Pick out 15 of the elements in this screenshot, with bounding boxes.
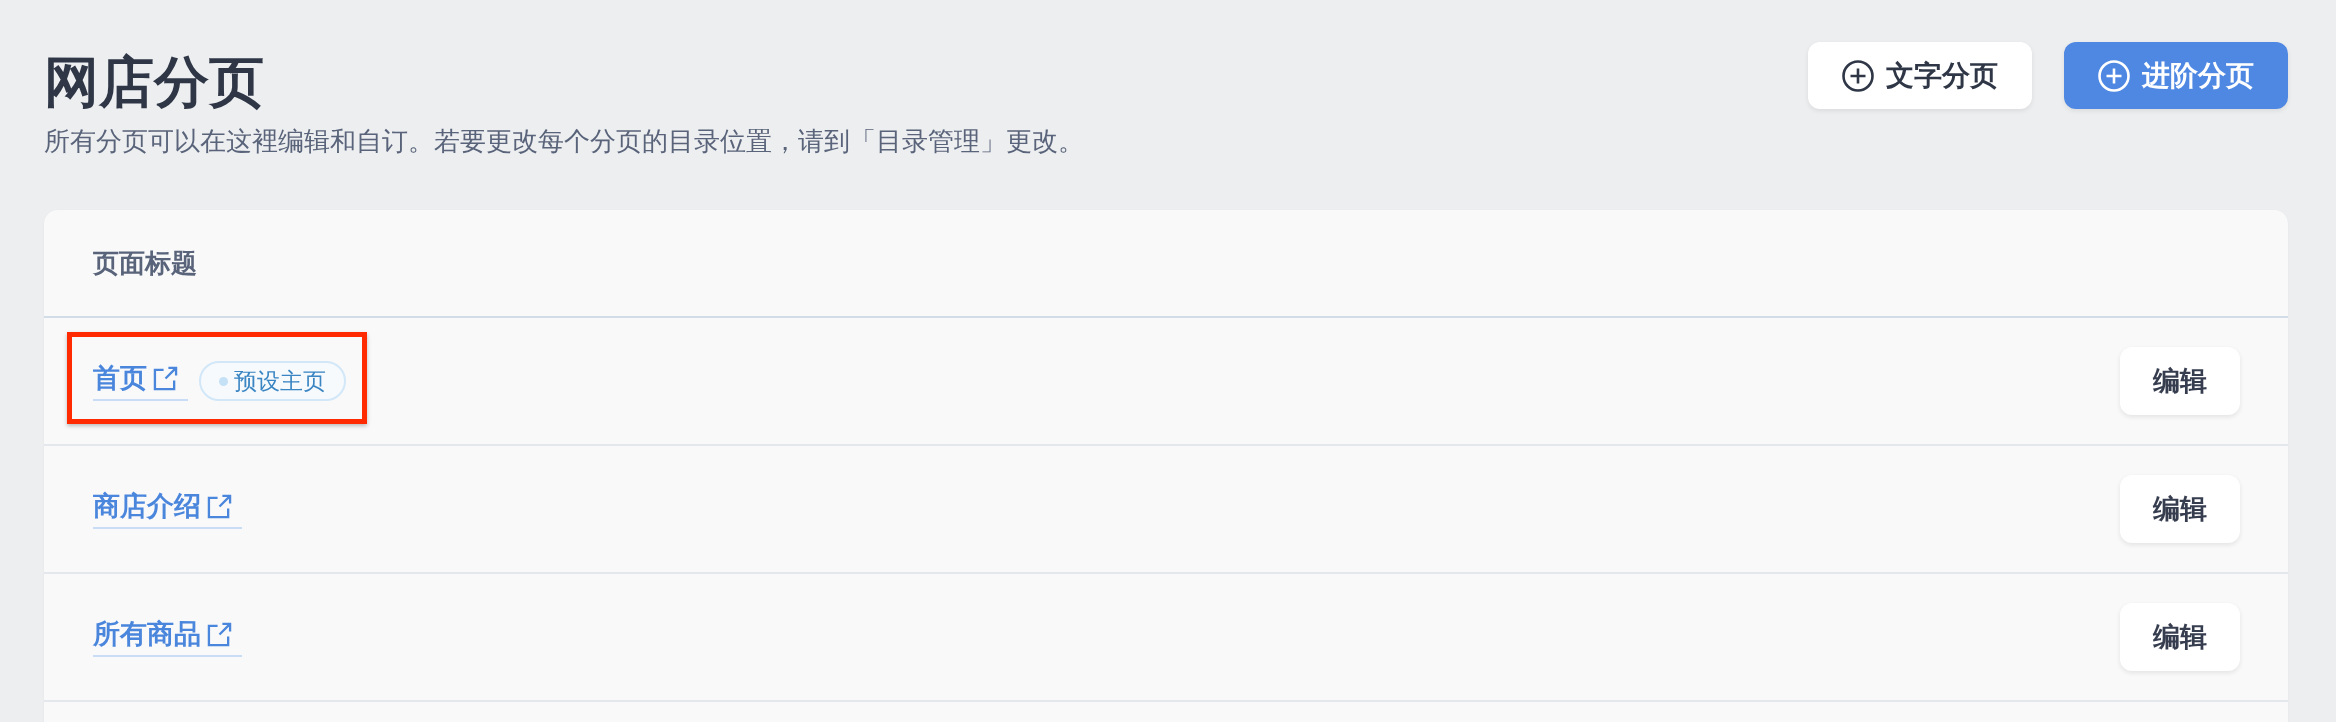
edit-button[interactable]: 编辑 <box>2120 347 2240 415</box>
column-header: 页面标题 <box>93 246 197 280</box>
status-dot-icon <box>219 376 228 386</box>
external-link-icon <box>207 493 232 519</box>
edit-button[interactable]: 编辑 <box>2120 475 2240 543</box>
add-advanced-page-button[interactable]: 进阶分页 <box>2064 42 2288 109</box>
edit-button[interactable]: 编辑 <box>2120 603 2240 671</box>
plus-circle-icon <box>1842 59 1874 92</box>
page-description: 所有分页可以在这裡编辑和自订。若要更改每个分页的目录位置，请到「目录管理」更改。 <box>44 125 1084 158</box>
add-text-page-button[interactable]: 文字分页 <box>1808 42 2032 109</box>
external-link-icon <box>153 365 178 391</box>
page-title: 网店分页 <box>44 50 264 114</box>
plus-circle-icon <box>2098 59 2130 92</box>
external-link-icon <box>207 621 232 647</box>
tag-label: 预设主页 <box>234 366 326 396</box>
